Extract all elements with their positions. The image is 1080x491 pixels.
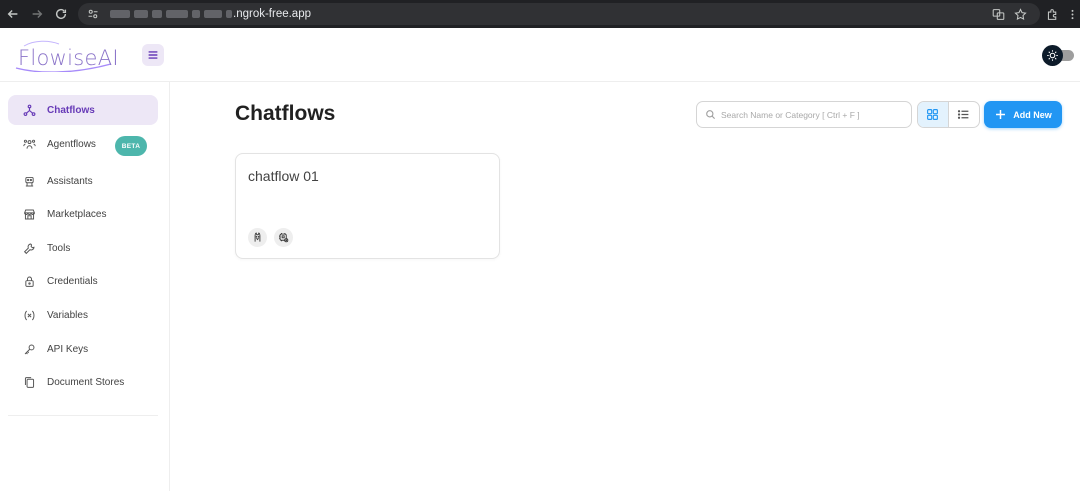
- plus-icon: [996, 110, 1006, 119]
- sidebar-item-chatflows[interactable]: Chatflows: [8, 95, 158, 125]
- toggle-knob: [1042, 45, 1063, 66]
- files-icon: [22, 375, 36, 389]
- sidebar-item-label: Document Stores: [47, 376, 125, 388]
- search-input[interactable]: [721, 109, 901, 120]
- sidebar-divider: [8, 415, 158, 416]
- app-header: FlowiseAI: [0, 28, 1080, 82]
- url-redacted: [110, 10, 232, 18]
- key-icon: [22, 342, 36, 356]
- grid-icon: [927, 109, 939, 120]
- sidebar-item-tools[interactable]: Tools: [8, 233, 158, 263]
- sidebar-item-label: Tools: [47, 242, 71, 254]
- sidebar-toggle-button[interactable]: [142, 44, 164, 66]
- browser-menu-icon[interactable]: [1060, 2, 1080, 26]
- beta-badge: BETA: [115, 136, 147, 156]
- sidebar-item-label: Chatflows: [47, 104, 95, 116]
- back-icon[interactable]: [2, 3, 24, 25]
- sidebar-item-label: Assistants: [47, 175, 93, 187]
- lock-icon: [22, 274, 36, 288]
- search-icon: [706, 110, 716, 120]
- sidebar-item-assistants[interactable]: Assistants: [8, 166, 158, 196]
- card-view-button[interactable]: [918, 102, 949, 127]
- sidebar-item-credentials[interactable]: Credentials: [8, 266, 158, 296]
- sidebar-item-marketplaces[interactable]: Marketplaces: [8, 199, 158, 229]
- robot-icon: [22, 174, 36, 188]
- url-domain: .ngrok-free.app: [233, 8, 311, 20]
- tool-icon: [22, 241, 36, 255]
- page-title: Chatflows: [235, 102, 336, 125]
- chatflow-card[interactable]: chatflow 01: [235, 153, 500, 259]
- forward-icon[interactable]: [26, 3, 48, 25]
- translate-icon[interactable]: [986, 2, 1010, 26]
- flowise-logo[interactable]: FlowiseAI: [14, 38, 119, 72]
- add-new-label: Add New: [1013, 109, 1052, 120]
- chatflow-icon: [22, 103, 36, 117]
- sidebar-item-document-stores[interactable]: Document Stores: [8, 367, 158, 397]
- view-mode-toggle: [917, 101, 980, 128]
- card-title: chatflow 01: [248, 168, 319, 184]
- sidebar-item-variables[interactable]: Variables: [8, 300, 158, 330]
- bookmark-star-icon[interactable]: [1008, 2, 1032, 26]
- site-info-icon[interactable]: [86, 7, 100, 21]
- search-box[interactable]: [696, 101, 912, 128]
- sidebar-item-label: Credentials: [47, 275, 98, 287]
- sidebar-item-label: Variables: [47, 309, 88, 321]
- sidebar: Chatflows Agentflows BETA Assistants Mar…: [0, 82, 170, 491]
- reload-icon[interactable]: [50, 3, 72, 25]
- address-bar[interactable]: .ngrok-free.app: [78, 3, 1040, 25]
- sun-icon: [1047, 50, 1058, 61]
- sidebar-item-label: API Keys: [47, 343, 89, 355]
- dark-mode-toggle[interactable]: [1042, 45, 1074, 66]
- add-new-button[interactable]: Add New: [984, 101, 1062, 128]
- llama-icon: [248, 228, 267, 247]
- store-icon: [22, 207, 36, 221]
- browser-toolbar: .ngrok-free.app: [0, 0, 1080, 28]
- list-view-button[interactable]: [949, 102, 979, 127]
- sidebar-item-agentflows[interactable]: Agentflows BETA: [8, 129, 158, 159]
- memory-icon: [274, 228, 293, 247]
- sidebar-item-label: Marketplaces: [47, 208, 107, 220]
- list-icon: [958, 110, 969, 119]
- logo-text: FlowiseAI: [18, 46, 119, 70]
- sidebar-item-api-keys[interactable]: API Keys: [8, 334, 158, 364]
- sidebar-item-label: Agentflows: [47, 138, 96, 150]
- hamburger-icon: [148, 51, 158, 59]
- agents-icon: [22, 137, 36, 151]
- variable-icon: [22, 308, 36, 322]
